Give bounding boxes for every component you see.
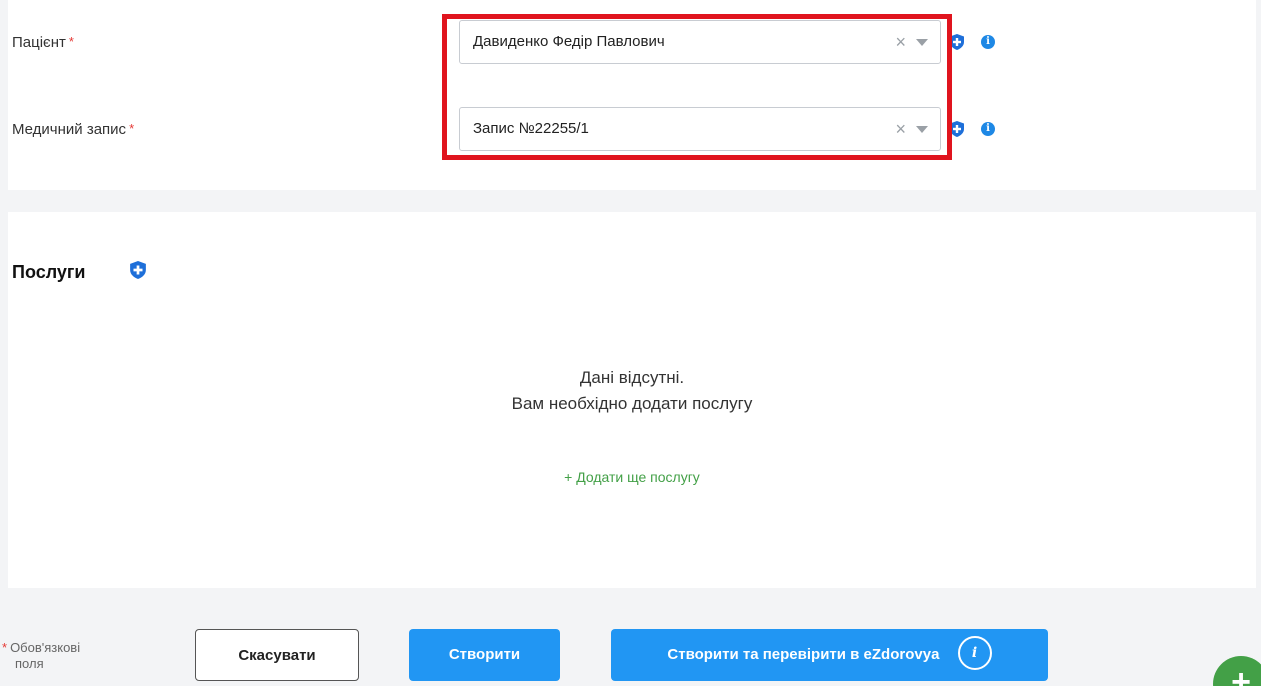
info-icon: i xyxy=(957,636,992,671)
create-button[interactable]: Створити xyxy=(409,629,560,681)
required-mark: * xyxy=(68,34,74,49)
create-and-check-label: Створити та перевірити в eZdorovya xyxy=(667,646,940,663)
empty-state-line-1: Дані відсутні. xyxy=(579,368,685,387)
info-icon[interactable]: i xyxy=(981,35,995,49)
create-and-check-button[interactable]: Створити та перевірити в eZdorovya i xyxy=(611,629,1048,681)
medical-record-label: Медичний запис * xyxy=(12,121,134,138)
empty-state-line-2: Вам необхідно додати послугу xyxy=(511,394,753,413)
page: Пацієнт * Давиденко Федір Павлович × i Ме… xyxy=(0,0,1261,686)
shield-plus-icon[interactable] xyxy=(950,34,964,50)
highlight-box xyxy=(442,14,952,160)
services-panel: Послуги Дані відсутні. Вам необхідно дод… xyxy=(8,212,1256,588)
required-star: * xyxy=(2,640,8,655)
shield-plus-icon[interactable] xyxy=(950,121,964,137)
services-title: Послуги xyxy=(12,262,86,282)
medical-record-label-text: Медичний запис xyxy=(12,121,127,138)
shield-plus-icon[interactable] xyxy=(130,261,146,279)
required-fields-note: * Обов'язкові поля xyxy=(2,640,80,672)
patient-label: Пацієнт * xyxy=(12,34,74,51)
required-note-line-2: поля xyxy=(15,656,44,671)
patient-label-text: Пацієнт xyxy=(12,34,66,51)
info-icon[interactable]: i xyxy=(981,122,995,136)
required-mark: * xyxy=(129,121,135,136)
footer: * Обов'язкові поля Скасувати Створити Ств… xyxy=(2,608,1256,686)
cancel-button[interactable]: Скасувати xyxy=(195,629,359,681)
add-service-link[interactable]: + Додати ще послугу xyxy=(8,469,1256,485)
required-note-line-1: Обов'язкові xyxy=(10,640,81,655)
